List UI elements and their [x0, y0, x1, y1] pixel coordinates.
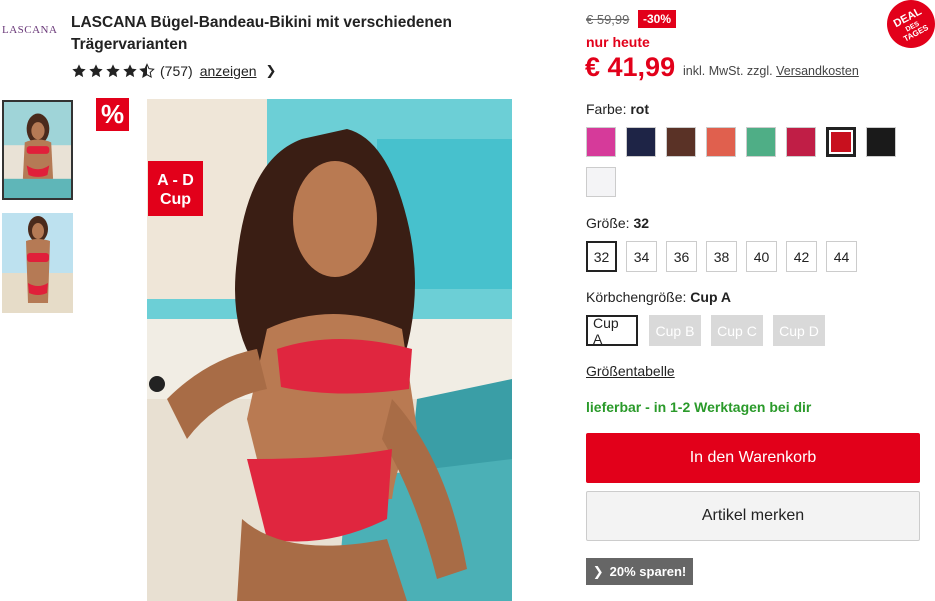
cup-option-c[interactable]: Cup C: [711, 315, 763, 346]
cup-label: Körbchengröße:: [586, 289, 687, 305]
rating-stars: [71, 63, 155, 79]
color-swatch-coral[interactable]: [706, 127, 736, 157]
thumbnail-image: [2, 213, 73, 313]
size-option-42[interactable]: 42: [786, 241, 817, 272]
product-title: LASCANA Bügel-Bandeau-Bikini mit verschi…: [71, 14, 452, 53]
today-only-label: nur heute: [586, 34, 650, 50]
cup-badge-line2: Cup: [159, 191, 192, 208]
chevron-right-icon: ❯: [592, 563, 604, 579]
cup-option-d[interactable]: Cup D: [773, 315, 825, 346]
chevron-right-icon: ❯: [265, 63, 277, 78]
color-swatch-berry[interactable]: [786, 127, 816, 157]
discount-badge: -30%: [638, 10, 677, 28]
size-label: Größe:: [586, 215, 630, 231]
rating-row: (757) anzeigen ❯: [71, 63, 276, 79]
size-option-40[interactable]: 40: [746, 241, 777, 272]
old-price: € 59,99: [586, 12, 630, 27]
star-icon: [72, 64, 86, 78]
color-swatch-brown[interactable]: [666, 127, 696, 157]
cup-badge-line1: A - D: [157, 172, 194, 189]
size-option-36[interactable]: 36: [666, 241, 697, 272]
color-swatch-mint[interactable]: [746, 127, 776, 157]
color-swatch-red[interactable]: [826, 127, 856, 157]
color-label: Farbe:: [586, 101, 627, 117]
tax-text: inkl. MwSt. zzgl.: [683, 64, 773, 78]
shipping-costs-link[interactable]: Versandkosten: [776, 64, 859, 78]
thumbnail-1[interactable]: [2, 100, 73, 200]
wishlist-button[interactable]: Artikel merken: [586, 491, 920, 541]
cup-option-a[interactable]: Cup A: [586, 315, 638, 347]
sale-badge: %: [96, 98, 129, 131]
color-selected: rot: [630, 101, 650, 117]
tax-info: inkl. MwSt. zzgl. Versandkosten: [683, 64, 859, 78]
size-option-38[interactable]: 38: [706, 241, 737, 272]
brand-logo[interactable]: LASCANA: [2, 24, 57, 36]
size-option-44[interactable]: 44: [826, 241, 857, 272]
add-to-cart-button[interactable]: In den Warenkorb: [586, 433, 920, 483]
cup-range-badge: A - D Cup: [148, 161, 203, 216]
cup-option-b[interactable]: Cup B: [649, 315, 701, 346]
star-icon: [123, 64, 137, 78]
save-promo-label: 20% sparen!: [609, 564, 687, 579]
cup-selected: Cup A: [690, 289, 731, 305]
size-label-row: Größe: 32: [586, 215, 649, 231]
color-swatch-white[interactable]: [586, 167, 616, 197]
size-option-32[interactable]: 32: [586, 241, 617, 272]
color-swatch-navy[interactable]: [626, 127, 656, 157]
availability-status: lieferbar - in 1-2 Werktagen bei dir: [586, 399, 812, 415]
half-star-icon: [139, 63, 155, 79]
star-icon: [106, 64, 120, 78]
rating-show-link[interactable]: anzeigen: [200, 63, 257, 79]
star-icon: [89, 64, 103, 78]
color-swatch-black[interactable]: [866, 127, 896, 157]
current-price: € 41,99: [585, 52, 676, 82]
cup-label-row: Körbchengröße: Cup A: [586, 289, 731, 305]
rating-count: (757): [160, 63, 193, 79]
save-promo-button[interactable]: ❯ 20% sparen!: [586, 558, 693, 585]
deal-of-day-badge: DEAL DES TAGES: [887, 0, 935, 48]
size-table-link[interactable]: Größentabelle: [586, 363, 675, 379]
size-option-34[interactable]: 34: [626, 241, 657, 272]
thumbnail-image: [4, 102, 71, 198]
thumbnail-2[interactable]: [2, 213, 73, 313]
color-swatch-pink[interactable]: [586, 127, 616, 157]
color-label-row: Farbe: rot: [586, 101, 649, 117]
size-selected: 32: [633, 215, 650, 231]
